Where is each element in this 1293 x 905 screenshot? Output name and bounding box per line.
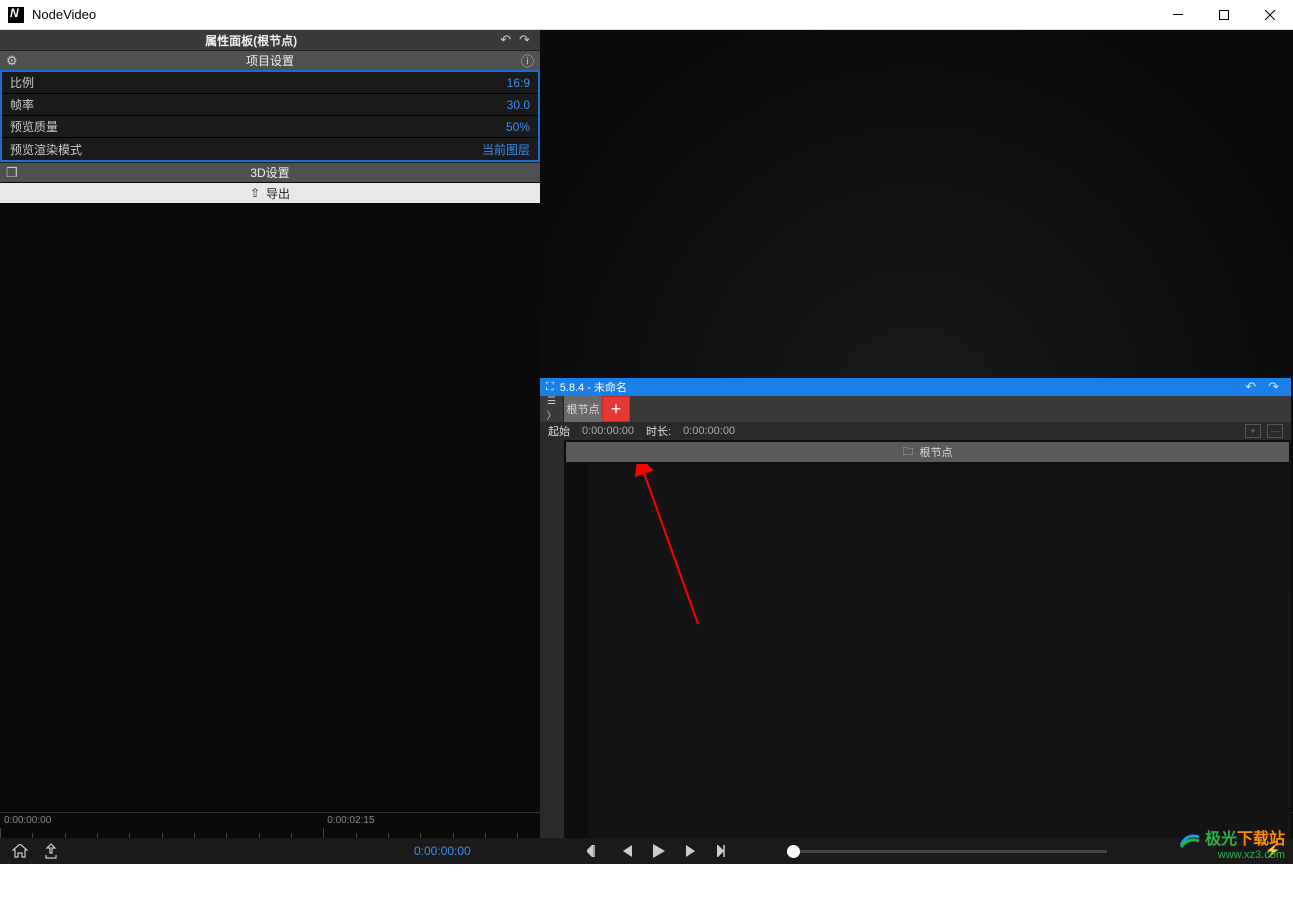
timeline-info-row: 起始 0:00:00:00 时长: 0:00:00:00 + ⋯	[540, 422, 1291, 440]
minimize-button[interactable]	[1155, 0, 1201, 30]
list-icon[interactable]: ☰	[540, 396, 563, 407]
ruler-tick-label: 0:00:00:00	[4, 815, 51, 826]
add-tab-button[interactable]: +	[602, 396, 630, 422]
timeline-tracks-area[interactable]	[588, 464, 1291, 838]
prop-preview-quality[interactable]: 预览质量 50%	[2, 116, 538, 138]
prev-frame-button[interactable]	[587, 845, 601, 857]
start-label: 起始	[548, 423, 570, 439]
transport-bar: 0:00:00:00 ⚡	[0, 838, 1293, 864]
start-value[interactable]: 0:00:00:00	[582, 425, 634, 437]
window-title: NodeVideo	[32, 7, 96, 22]
cube-icon: ❒	[6, 165, 22, 181]
gear-icon: ⚙	[6, 53, 22, 69]
property-panel-title: 属性面板(根节点)	[6, 32, 496, 49]
play-button[interactable]	[653, 844, 665, 858]
duration-value[interactable]: 0:00:00:00	[683, 425, 735, 437]
prop-fps-label: 帧率	[10, 96, 34, 113]
zoom-slider[interactable]	[787, 850, 1107, 853]
flash-icon[interactable]: ⚡	[1265, 843, 1281, 859]
prop-fps[interactable]: 帧率 30.0	[2, 94, 538, 116]
prop-ratio-value[interactable]: 16:9	[507, 76, 530, 90]
prop-preview-label: 预览质量	[10, 118, 58, 135]
root-track-label: 根节点	[920, 444, 953, 460]
project-properties: 比例 16:9 帧率 30.0 预览质量 50% 预览渲染模式 当前图层	[0, 70, 540, 162]
property-panel-header: 属性面板(根节点) ↶ ↷	[0, 30, 540, 50]
timeline-gutter	[540, 440, 564, 838]
3d-settings-label: 3D设置	[22, 164, 518, 181]
more-icon[interactable]: ⋯	[1267, 424, 1283, 438]
root-track-header[interactable]: 🗀 根节点	[566, 442, 1289, 462]
help-icon[interactable]: ⓘ	[518, 51, 534, 70]
app-logo-icon	[8, 7, 24, 23]
share-button[interactable]	[44, 843, 58, 859]
3d-settings-header[interactable]: ❒ 3D设置	[0, 162, 540, 182]
folder-icon: 🗀	[903, 443, 914, 462]
window-titlebar: NodeVideo	[0, 0, 1293, 30]
goto-end-button[interactable]	[685, 845, 697, 857]
window-controls	[1155, 0, 1293, 30]
undo-icon[interactable]: ↶	[496, 32, 515, 48]
prop-render-value[interactable]: 当前图层	[482, 141, 530, 158]
tab-root-node[interactable]: 根节点	[564, 396, 602, 422]
goto-start-button[interactable]	[621, 845, 633, 857]
chevron-right-icon[interactable]: 〉	[540, 407, 563, 422]
annotation-arrow	[588, 464, 788, 664]
timeline-tabs: ☰ 〉 根节点 +	[540, 396, 1291, 422]
property-panel: 属性面板(根节点) ↶ ↷ ⚙ 项目设置 ⓘ 比例 16:9 帧率 30.0	[0, 30, 540, 812]
close-button[interactable]	[1247, 0, 1293, 30]
zoom-slider-thumb[interactable]	[787, 845, 800, 858]
export-button[interactable]: ⇧ 导出	[0, 183, 540, 203]
prop-render-label: 预览渲染模式	[10, 141, 82, 158]
hierarchy-icon: ⛶	[546, 381, 554, 394]
project-settings-label: 项目设置	[22, 52, 518, 69]
timeline-header[interactable]: ⛶ 5.8.4 - 未命名 ↶ ↷	[540, 378, 1291, 396]
export-label: 导出	[266, 185, 290, 202]
maximize-button[interactable]	[1201, 0, 1247, 30]
prop-preview-value[interactable]: 50%	[506, 120, 530, 134]
project-settings-header[interactable]: ⚙ 项目设置 ⓘ	[0, 50, 540, 70]
prop-ratio[interactable]: 比例 16:9	[2, 72, 538, 94]
home-button[interactable]	[12, 844, 28, 858]
timeline-redo-icon[interactable]: ↷	[1262, 379, 1285, 395]
timeline-undo-icon[interactable]: ↶	[1239, 379, 1262, 395]
redo-icon[interactable]: ↷	[515, 32, 534, 48]
upload-icon: ⇧	[250, 186, 260, 200]
playback-controls	[587, 844, 731, 858]
timeline-panel: ⛶ 5.8.4 - 未命名 ↶ ↷ ☰ 〉 根节点 + 起始 0:00:00:0…	[540, 378, 1291, 838]
timeline-side-buttons: ☰ 〉	[540, 396, 564, 422]
prop-fps-value[interactable]: 30.0	[507, 98, 530, 112]
current-time[interactable]: 0:00:00:00	[414, 844, 471, 858]
timeline-title: 5.8.4 - 未命名	[560, 379, 1239, 395]
ruler-tick-label: 0:00:02:15	[327, 815, 374, 826]
prop-ratio-label: 比例	[10, 74, 34, 91]
duration-label: 时长:	[646, 423, 671, 439]
add-keyframe-icon[interactable]: +	[1245, 424, 1261, 438]
next-frame-button[interactable]	[717, 845, 731, 857]
prop-render-mode[interactable]: 预览渲染模式 当前图层	[2, 138, 538, 160]
